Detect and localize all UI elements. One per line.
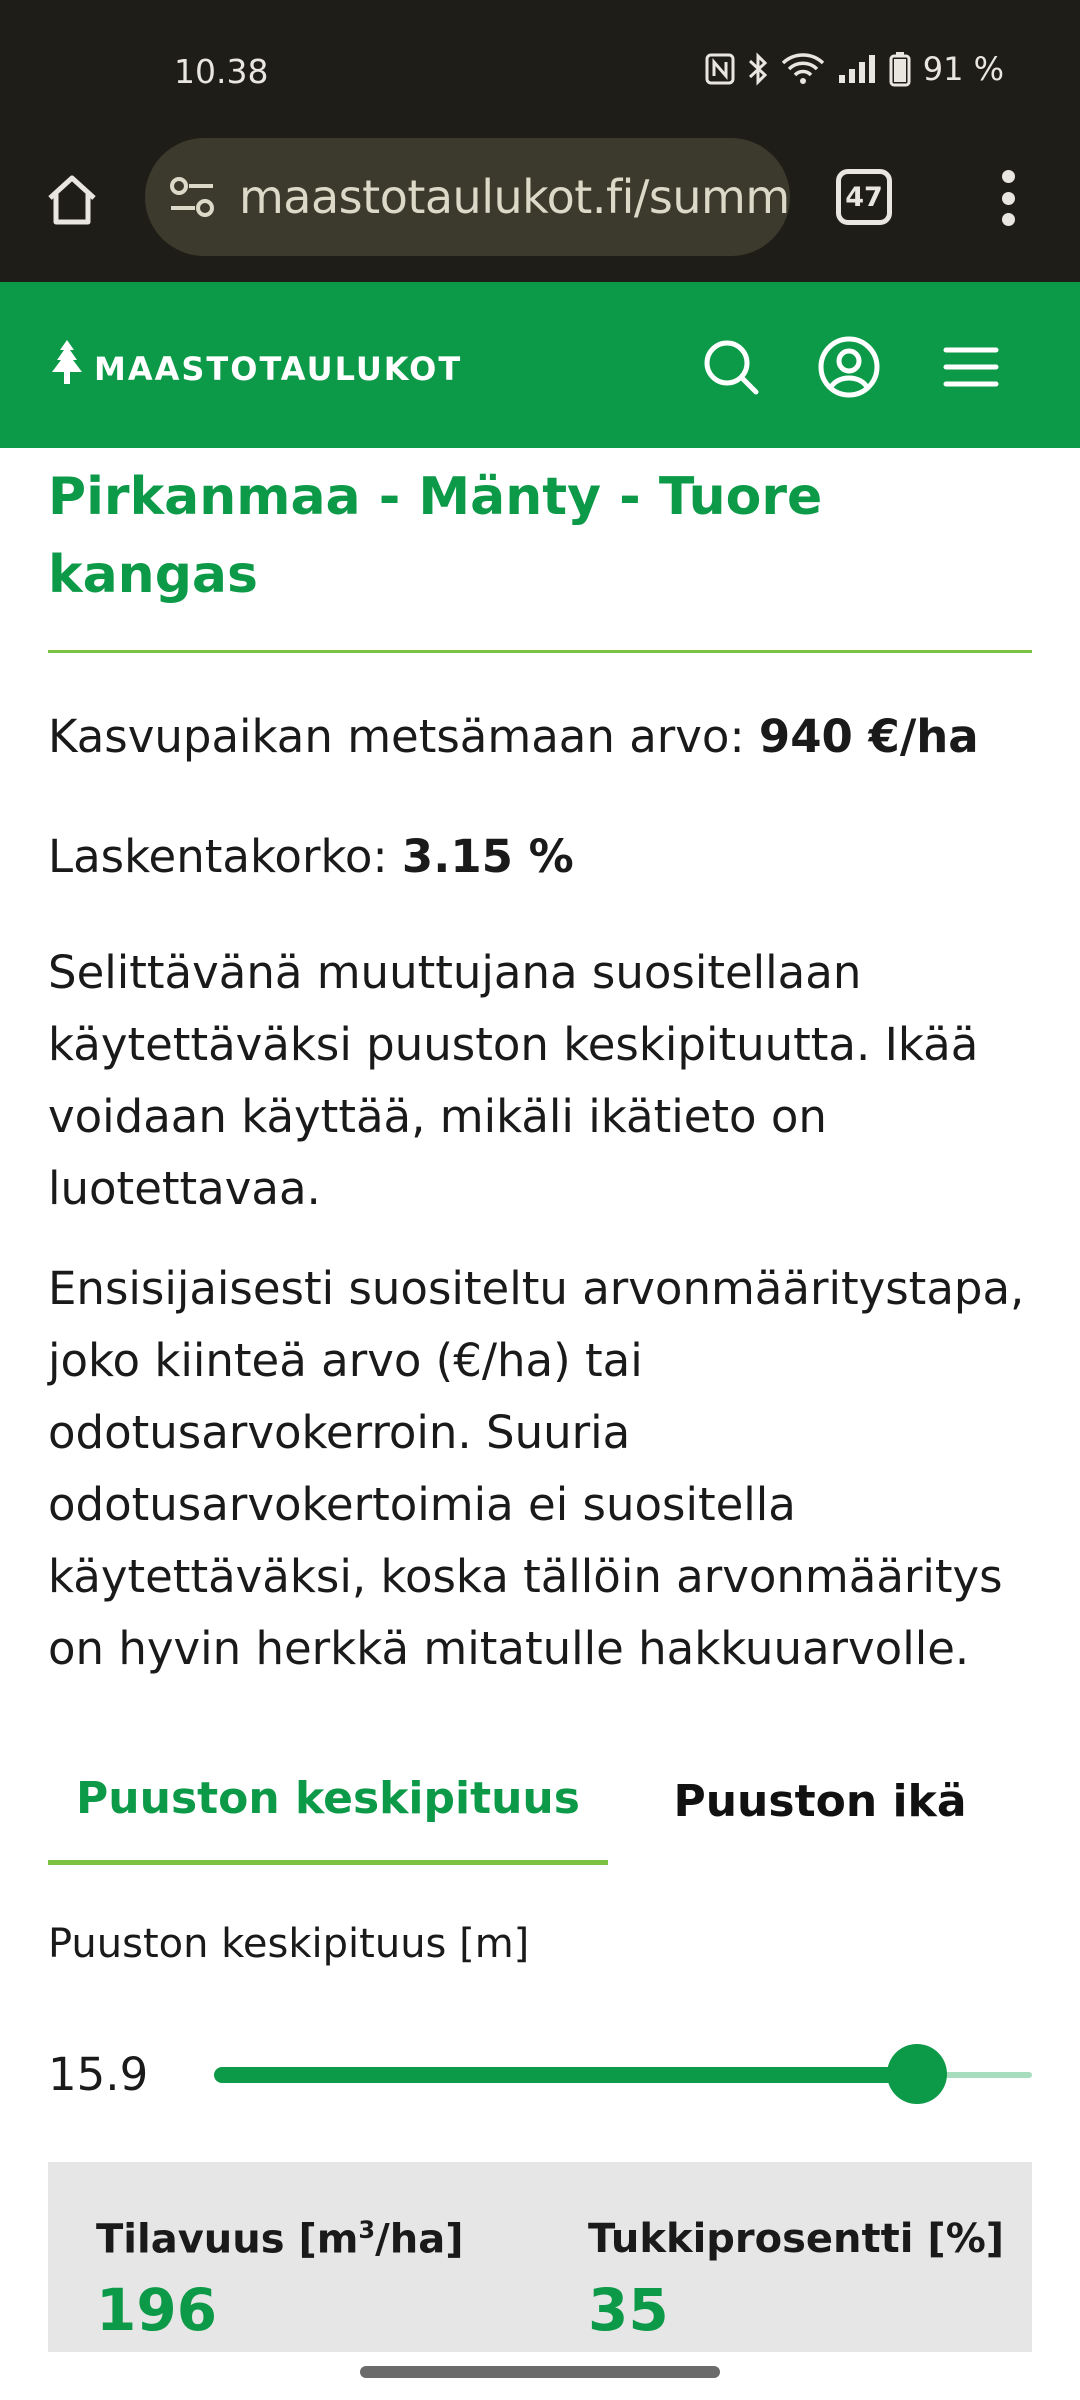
url-text[interactable]: maastotaulukot.fi/summa: [239, 170, 790, 224]
user-account-icon[interactable]: [818, 336, 880, 398]
url-bar[interactable]: maastotaulukot.fi/summa: [145, 138, 790, 256]
bluetooth-icon: [748, 52, 767, 86]
status-icons: 91 %: [705, 50, 1004, 88]
volume-value: 196: [96, 2276, 218, 2345]
menu-dot: [1001, 213, 1015, 226]
valuation-method-text: Ensisijaisesti suositeltu arvonmäärityst…: [48, 1262, 1025, 1675]
log-percentage-stat: Tukkiprosentti [%] 35: [588, 2216, 1004, 2344]
battery-percent: 91 %: [922, 50, 1004, 88]
height-slider: 15.9: [48, 2044, 1032, 2105]
slider-thumb[interactable]: [887, 2044, 948, 2104]
tab-switcher-button[interactable]: 47: [836, 169, 892, 225]
explanatory-variable-text: Selittävänä muuttujana suositellaan käyt…: [48, 946, 979, 1215]
tab-stand-age[interactable]: Puuston ikä: [608, 1737, 1032, 1865]
tab-mean-height[interactable]: Puuston keskipituus: [48, 1737, 608, 1865]
gesture-navigation-bar[interactable]: [360, 2366, 720, 2378]
slider-track[interactable]: [214, 2044, 1032, 2104]
main-content: Pirkanmaa - Mänty - Tuore kangas Kasvupa…: [48, 448, 1032, 2105]
browser-chrome: 10.38 91 % maastotaulukot.fi/summa 47: [0, 0, 1080, 282]
browser-menu-button[interactable]: [996, 170, 1020, 226]
status-time: 10.38: [174, 52, 269, 91]
logo-text: MAASTOTAULUKOT: [94, 350, 463, 388]
volume-stat: Tilavuus [m3/ha] 196: [96, 2216, 463, 2344]
search-icon[interactable]: [700, 336, 762, 398]
signal-icon: [838, 55, 875, 83]
log-percentage-label: Tukkiprosentti [%]: [588, 2216, 1005, 2262]
interest-rate-value: 3.15 %: [401, 830, 574, 883]
variable-tabs: Puuston keskipituus Puuston ikä: [48, 1737, 1032, 1865]
interest-rate-line: Laskentakorko: 3.15 %: [48, 821, 1032, 893]
site-logo[interactable]: MAASTOTAULUKOT: [48, 336, 462, 388]
interest-rate-label: Laskentakorko:: [48, 830, 402, 883]
hamburger-menu-icon[interactable]: [940, 336, 1002, 398]
slider-fill: [214, 2067, 918, 2083]
slider-label: Puuston keskipituus [m]: [48, 1921, 530, 1967]
volume-label: Tilavuus [m3/ha]: [96, 2216, 464, 2263]
land-value: 940 €/ha: [758, 710, 979, 763]
tree-logo-icon: [52, 340, 82, 384]
slider-value: 15.9: [48, 2048, 149, 2101]
wifi-icon: [781, 53, 824, 84]
page-title: Pirkanmaa - Mänty - Tuore kangas: [48, 467, 823, 605]
site-settings-icon[interactable]: [167, 172, 217, 222]
menu-dot: [1001, 191, 1015, 205]
home-button[interactable]: [40, 168, 104, 232]
nfc-icon: [705, 53, 735, 85]
menu-dot: [1001, 170, 1015, 183]
title-divider: [48, 650, 1032, 653]
site-header: MAASTOTAULUKOT: [0, 282, 1080, 448]
land-value-line: Kasvupaikan metsämaan arvo: 940 €/ha: [48, 701, 1032, 773]
land-value-label: Kasvupaikan metsämaan arvo:: [48, 710, 759, 763]
home-icon: [48, 175, 96, 225]
log-percentage-value: 35: [588, 2276, 669, 2344]
battery-icon: [889, 52, 911, 87]
results-panel: Tilavuus [m3/ha] 196 Tukkiprosentti [%] …: [48, 2162, 1032, 2352]
